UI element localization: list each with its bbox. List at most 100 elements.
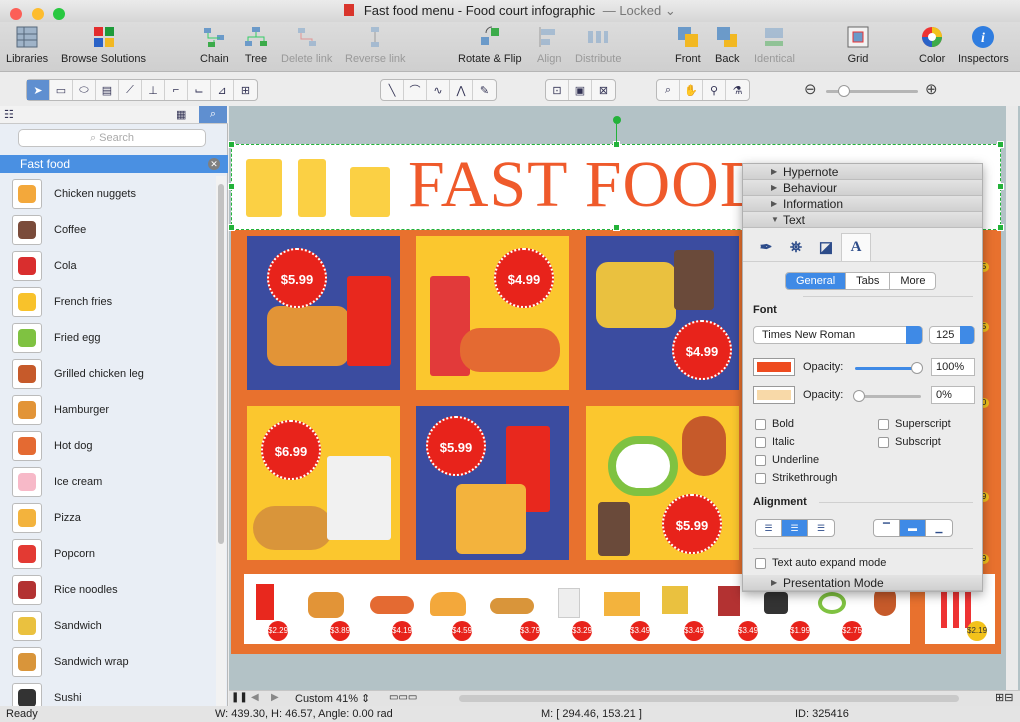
- text-opacity-field[interactable]: 100%: [931, 358, 975, 376]
- menu-tile[interactable]: $5.99: [416, 406, 569, 560]
- distribute-button[interactable]: Distribute: [575, 25, 621, 65]
- tab-general[interactable]: General: [786, 273, 847, 289]
- search-input[interactable]: ⌕ Search: [18, 129, 206, 147]
- browse-solutions-button[interactable]: Browse Solutions: [61, 25, 146, 65]
- list-item[interactable]: Coffee: [0, 212, 216, 248]
- selection-handle[interactable]: [228, 183, 235, 190]
- fit-page-icon[interactable]: ⊞⊟: [995, 691, 1013, 704]
- subscript-checkbox[interactable]: Subscript: [878, 436, 941, 448]
- prev-page-icon[interactable]: ◀: [251, 692, 259, 703]
- background-opacity-slider[interactable]: [853, 390, 921, 402]
- next-page-icon[interactable]: ▶: [271, 692, 279, 703]
- font-size-select[interactable]: 125: [929, 326, 975, 344]
- align-right-icon[interactable]: ☰: [808, 520, 834, 536]
- list-item[interactable]: Ice cream: [0, 464, 216, 500]
- list-item[interactable]: French fries: [0, 284, 216, 320]
- back-button[interactable]: Back: [715, 25, 739, 65]
- list-item[interactable]: Hot dog: [0, 428, 216, 464]
- selection-handle[interactable]: [997, 141, 1004, 148]
- zoom-tool-icon[interactable]: ⌕: [657, 80, 680, 100]
- text-color-swatch[interactable]: [753, 358, 795, 376]
- zoom-out-icon[interactable]: ⊖: [804, 80, 817, 98]
- group-icon[interactable]: ⊡: [546, 80, 569, 100]
- insert-icon[interactable]: ⊞: [234, 80, 257, 100]
- selection-handle[interactable]: [228, 224, 235, 231]
- underline-checkbox[interactable]: Underline: [755, 454, 819, 466]
- zoom-in-icon[interactable]: ⊕: [925, 80, 938, 98]
- selection-handle[interactable]: [997, 183, 1004, 190]
- arc-tool-icon[interactable]: ⌒: [404, 80, 427, 100]
- eyedropper-icon[interactable]: ⚗: [726, 80, 749, 100]
- rotation-handle[interactable]: [613, 116, 621, 124]
- inspectors-button[interactable]: i Inspectors: [958, 25, 1009, 65]
- rotate-flip-button[interactable]: Rotate & Flip: [458, 25, 522, 65]
- section-presentation-mode[interactable]: Presentation Mode: [743, 575, 982, 591]
- strikethrough-checkbox[interactable]: Strikethrough: [755, 472, 837, 484]
- slider-knob[interactable]: [911, 362, 923, 374]
- lock-status[interactable]: — Locked ⌄: [603, 3, 676, 18]
- color-button[interactable]: Color: [919, 25, 945, 65]
- sidebar-scrollbar[interactable]: [216, 176, 226, 706]
- polyline-tool-icon[interactable]: ⋀: [450, 80, 473, 100]
- smart-connector-icon[interactable]: ⊥: [142, 80, 165, 100]
- list-item[interactable]: Sandwich wrap: [0, 644, 216, 680]
- grid-view-icon[interactable]: ▦: [176, 108, 186, 121]
- zoom-slider[interactable]: [826, 85, 918, 97]
- menu-tile[interactable]: $6.99: [247, 406, 400, 560]
- selection-handle[interactable]: [228, 141, 235, 148]
- delete-link-button[interactable]: Delete link: [281, 25, 332, 65]
- menu-tile[interactable]: $5.99: [586, 406, 739, 560]
- container-icon[interactable]: ⊠: [592, 80, 615, 100]
- pan-hand-icon[interactable]: ✋: [680, 80, 703, 100]
- freehand-tool-icon[interactable]: ✎: [473, 80, 496, 100]
- stamp-icon[interactable]: ⚲: [703, 80, 726, 100]
- list-item[interactable]: Hamburger: [0, 392, 216, 428]
- align-button[interactable]: Align: [537, 25, 561, 65]
- bold-checkbox[interactable]: Bold: [755, 418, 794, 430]
- zoom-select[interactable]: Custom 41% ⇕: [295, 692, 370, 705]
- fill-style-icon[interactable]: ⛯: [781, 233, 811, 261]
- align-left-icon[interactable]: ☰: [756, 520, 782, 536]
- ellipse-tool-icon[interactable]: ⬭: [73, 80, 96, 100]
- page-thumbnails-icon[interactable]: ▭▭▭: [389, 692, 417, 703]
- auto-expand-checkbox[interactable]: Text auto expand mode: [755, 557, 886, 569]
- section-information[interactable]: Information: [743, 196, 982, 212]
- library-header-fast-food[interactable]: Fast food ✕: [0, 155, 228, 173]
- font-family-select[interactable]: Times New Roman: [753, 326, 923, 344]
- menu-tile[interactable]: $4.99: [586, 236, 739, 390]
- list-item[interactable]: Popcorn: [0, 536, 216, 572]
- superscript-checkbox[interactable]: Superscript: [878, 418, 951, 430]
- section-behaviour[interactable]: Behaviour: [743, 180, 982, 196]
- minimize-window-button[interactable]: [31, 8, 44, 20]
- list-view-icon[interactable]: ☷: [4, 108, 14, 121]
- background-opacity-field[interactable]: 0%: [931, 386, 975, 404]
- libraries-button[interactable]: Libraries: [6, 25, 48, 65]
- chain-button[interactable]: Chain: [200, 25, 229, 65]
- tab-more[interactable]: More: [890, 273, 935, 289]
- align-center-icon[interactable]: ☰: [782, 520, 808, 536]
- sidebar-scroll-thumb[interactable]: [218, 184, 224, 544]
- selection-handle[interactable]: [997, 224, 1004, 231]
- section-hypernote[interactable]: Hypernote: [743, 164, 982, 180]
- align-top-icon[interactable]: ▔: [874, 520, 900, 536]
- round-connector-icon[interactable]: ⌙: [188, 80, 211, 100]
- reverse-link-button[interactable]: Reverse link: [345, 25, 406, 65]
- pause-icon[interactable]: ❚❚: [231, 692, 248, 703]
- tab-tabs[interactable]: Tabs: [846, 273, 891, 289]
- selection-handle[interactable]: [613, 224, 620, 231]
- pointer-tool-icon[interactable]: ➤: [27, 80, 50, 100]
- text-style-icon[interactable]: A: [841, 233, 871, 261]
- list-item[interactable]: Sushi: [0, 680, 216, 706]
- menu-tile[interactable]: $5.99: [247, 236, 400, 390]
- text-tool-icon[interactable]: ▤: [96, 80, 119, 100]
- canvas-hscroll[interactable]: [459, 695, 959, 702]
- align-bottom-icon[interactable]: ▁: [926, 520, 952, 536]
- list-item[interactable]: Cola: [0, 248, 216, 284]
- connector-menu-icon[interactable]: ⊿: [211, 80, 234, 100]
- list-item[interactable]: Grilled chicken leg: [0, 356, 216, 392]
- menu-tile[interactable]: $4.99: [416, 236, 569, 390]
- grid-button[interactable]: Grid: [846, 25, 870, 65]
- shadow-icon[interactable]: ◪: [811, 233, 841, 261]
- list-item[interactable]: Sandwich: [0, 608, 216, 644]
- list-item[interactable]: Rice noodles: [0, 572, 216, 608]
